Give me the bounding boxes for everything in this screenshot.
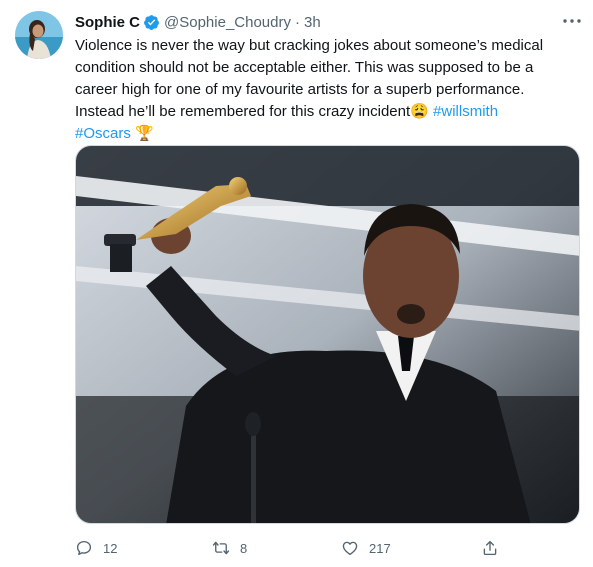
reply-button[interactable]: 12 xyxy=(75,536,117,560)
reply-icon xyxy=(76,540,92,556)
tweet-card[interactable]: Sophie C @Sophie_Choudry · 3h Violence i… xyxy=(0,0,593,567)
like-count: 217 xyxy=(369,540,391,556)
tweet-text-line: condition should not be acceptable eithe… xyxy=(75,59,534,76)
tweet-text-line: career high for one of my favourite arti… xyxy=(75,81,525,98)
verified-badge-icon xyxy=(144,14,159,30)
tweet-header: Sophie C @Sophie_Choudry · 3h xyxy=(75,12,321,32)
retweet-count: 8 xyxy=(240,540,248,556)
tweet-text-line-5: #Oscars 🏆 xyxy=(75,123,580,145)
tweet-text: Violence is never the way but cracking j… xyxy=(75,35,580,145)
author-handle[interactable]: @Sophie_Choudry xyxy=(164,14,291,31)
share-icon xyxy=(483,540,497,556)
like-icon xyxy=(342,541,358,556)
tweet-text-line-4: Instead he’ll be remembered for this cra… xyxy=(75,101,580,123)
retweet-button[interactable]: 8 xyxy=(212,536,247,560)
tweet-photo[interactable] xyxy=(75,145,580,524)
author-name[interactable]: Sophie C xyxy=(75,14,140,31)
avatar[interactable] xyxy=(15,11,63,59)
tweet-text-line: Instead he’ll be remembered for this cra… xyxy=(75,103,411,120)
separator-dot: · xyxy=(295,13,300,31)
tweet-text-line: Violence is never the way but cracking j… xyxy=(75,37,544,54)
timestamp[interactable]: 3h xyxy=(304,14,321,31)
trophy-emoji: 🏆 xyxy=(135,125,154,142)
hashtag-willsmith[interactable]: #willsmith xyxy=(433,103,498,120)
hashtag-oscars[interactable]: #Oscars xyxy=(75,125,131,142)
more-icon[interactable] xyxy=(560,11,584,31)
weary-emoji: 😩 xyxy=(410,103,429,120)
share-button[interactable] xyxy=(481,536,509,560)
reply-count: 12 xyxy=(103,540,118,556)
like-button[interactable]: 217 xyxy=(341,536,391,560)
tweet-actions: 12 8 217 xyxy=(75,536,505,560)
retweet-icon xyxy=(212,541,230,555)
